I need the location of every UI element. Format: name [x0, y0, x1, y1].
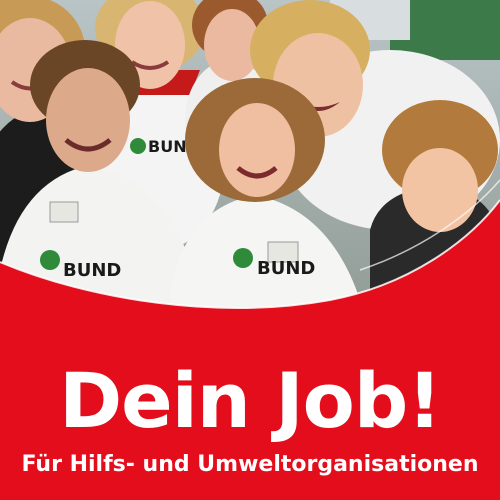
job-poster: BUND BUND BUND Dein Job! Für Hilfs- und … [0, 0, 500, 500]
subline: Für Hilfs- und Umweltorganisationen [21, 452, 479, 477]
headline: Dein Job! [59, 356, 442, 445]
svg-text:BUND: BUND [257, 258, 315, 279]
svg-text:BUND: BUND [63, 260, 121, 281]
